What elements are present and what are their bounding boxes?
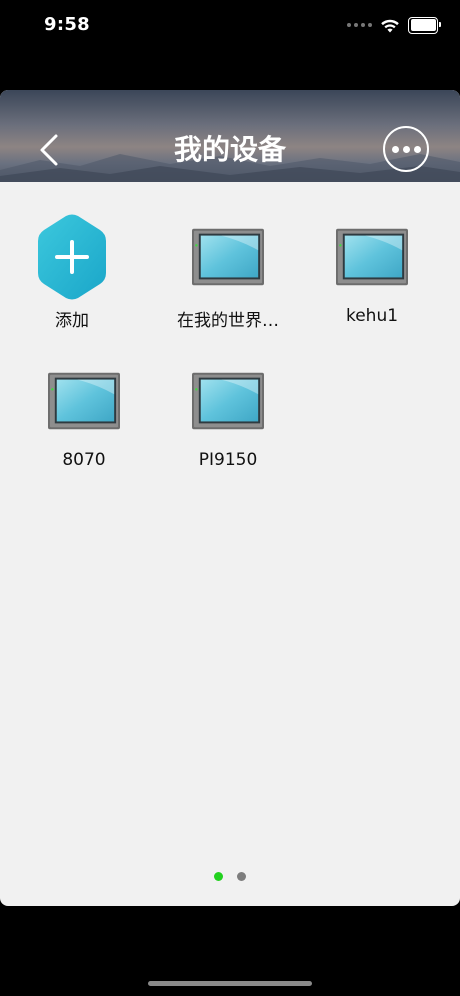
wifi-icon	[381, 19, 399, 32]
monitor-icon	[48, 358, 120, 444]
header: 我的设备	[0, 90, 460, 182]
device-item[interactable]: 8070	[24, 358, 144, 476]
add-device-button[interactable]: 添加	[12, 214, 132, 332]
device-label: kehu1	[345, 306, 399, 326]
back-button[interactable]	[30, 130, 66, 170]
device-label: PI9150	[198, 450, 258, 470]
more-dot	[413, 145, 421, 153]
device-item[interactable]: kehu1	[312, 214, 432, 332]
status-icons	[347, 14, 441, 36]
monitor-icon	[192, 214, 264, 300]
home-indicator[interactable]	[148, 981, 312, 986]
more-dot	[402, 145, 410, 153]
monitor-icon	[192, 358, 264, 444]
cellular-signal-icon	[347, 23, 372, 27]
device-item[interactable]: PI9150	[168, 358, 288, 476]
page-dot[interactable]	[237, 872, 246, 881]
more-dot	[391, 145, 399, 153]
more-options-button[interactable]	[383, 126, 429, 172]
devices-card: 我的设备 添加 在我的世界… kehu1 8070 PI9150	[0, 90, 460, 906]
page-indicator	[0, 872, 460, 881]
monitor-icon	[336, 214, 408, 300]
battery-icon	[408, 16, 441, 34]
chevron-left-icon	[40, 134, 58, 166]
status-bar: 9:58	[0, 0, 460, 52]
device-item[interactable]: 在我的世界…	[168, 214, 288, 332]
add-icon	[36, 214, 108, 300]
device-label: 添加	[55, 311, 89, 331]
device-label: 在我的世界…	[177, 311, 279, 331]
device-label: 8070	[62, 450, 106, 470]
status-time: 9:58	[44, 14, 90, 35]
page-dot-active[interactable]	[214, 872, 223, 881]
